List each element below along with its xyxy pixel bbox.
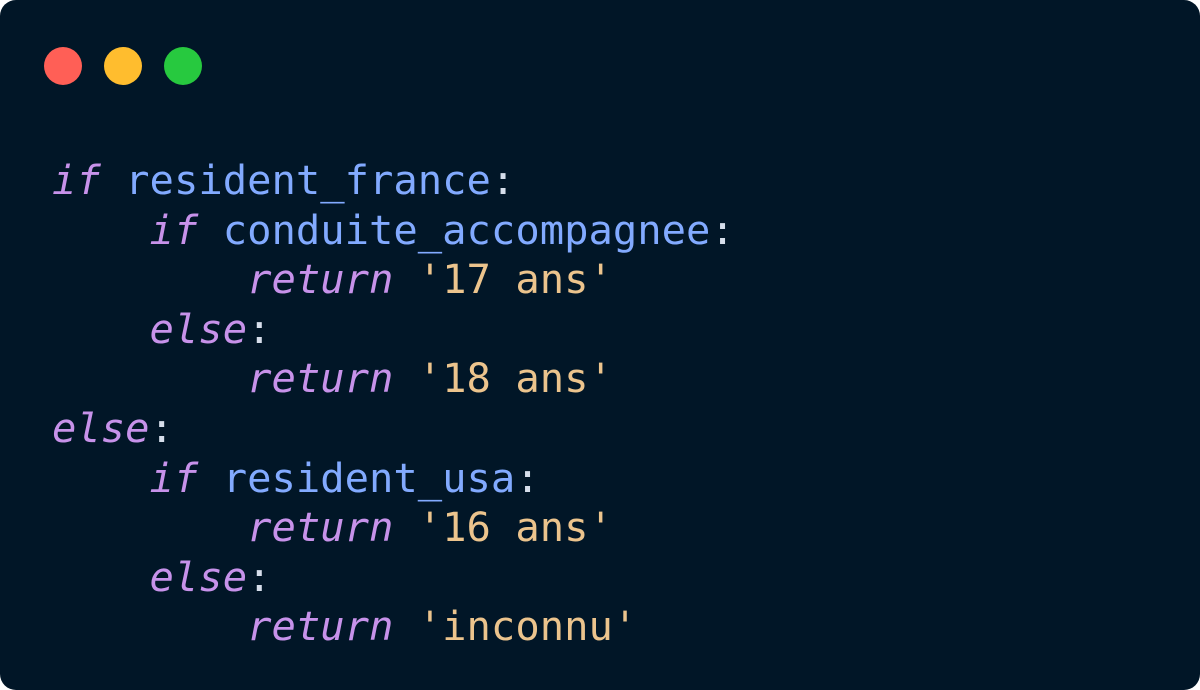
- maximize-button[interactable]: [164, 47, 202, 85]
- code-line: if conduite_accompagnee:: [52, 206, 735, 256]
- code-line: if resident_france:: [52, 156, 735, 206]
- code-line: return '17 ans': [52, 255, 735, 305]
- keyword-token: if: [149, 205, 199, 254]
- punctuation-token: :: [515, 453, 540, 502]
- code-line: else:: [52, 305, 735, 355]
- keyword-token: return: [247, 354, 394, 403]
- keyword-token: return: [247, 255, 394, 304]
- punctuation-token: :: [247, 552, 272, 601]
- string-token: 'inconnu': [417, 602, 638, 651]
- identifier-token: resident_france: [125, 156, 491, 204]
- minimize-button[interactable]: [104, 47, 142, 85]
- code-line: else:: [52, 553, 735, 603]
- keyword-token: if: [149, 453, 199, 502]
- identifier-token: resident_usa: [222, 453, 516, 502]
- keyword-token: else: [149, 304, 248, 353]
- code-line: return '18 ans': [52, 354, 735, 404]
- code-line: else:: [52, 404, 735, 454]
- keyword-token: return: [247, 503, 394, 552]
- punctuation-token: :: [149, 403, 174, 452]
- keyword-token: if: [52, 156, 101, 204]
- code-line: return '16 ans': [52, 503, 735, 553]
- code-block: if resident_france: if conduite_accompag…: [52, 156, 735, 652]
- code-line: return 'inconnu': [52, 602, 735, 652]
- string-token: '16 ans': [417, 503, 613, 552]
- string-token: '17 ans': [417, 255, 613, 304]
- punctuation-token: :: [710, 205, 735, 254]
- keyword-token: return: [247, 602, 394, 651]
- punctuation-token: :: [247, 304, 272, 353]
- punctuation-token: :: [490, 156, 516, 204]
- string-token: '18 ans': [417, 354, 613, 403]
- code-window: if resident_france: if conduite_accompag…: [0, 0, 1200, 690]
- keyword-token: else: [52, 403, 150, 452]
- code-line: if resident_usa:: [52, 454, 735, 504]
- close-button[interactable]: [44, 47, 82, 85]
- identifier-token: conduite_accompagnee: [222, 205, 711, 254]
- keyword-token: else: [149, 552, 248, 601]
